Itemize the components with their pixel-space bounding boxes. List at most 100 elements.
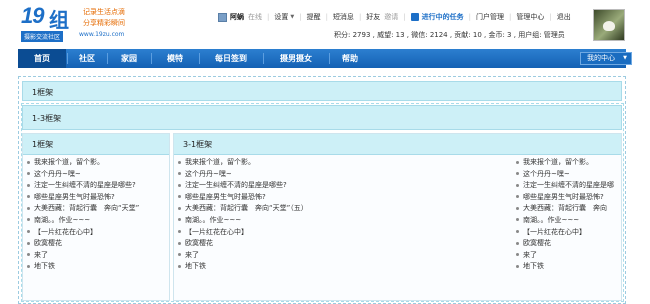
list-item[interactable]: 欧寞樱花 bbox=[178, 238, 398, 250]
frame-1-3-title: 1-3框架 bbox=[32, 114, 62, 123]
bullet-icon bbox=[178, 230, 181, 234]
list-item[interactable]: 我来报个道，留个影。 bbox=[516, 157, 620, 169]
list-item[interactable]: 欧寞樱花 bbox=[516, 238, 620, 250]
list-item[interactable]: 注定一生纠缠不清的星座是哪 bbox=[516, 180, 620, 192]
main-nav: 首页 社区 家园 模特 每日签到 摄男摄女 帮助 我的中心 ▼ bbox=[18, 49, 632, 68]
bullet-icon bbox=[27, 253, 30, 257]
my-center-dropdown[interactable]: 我的中心 ▼ bbox=[580, 52, 632, 65]
nav-item-community[interactable]: 社区 bbox=[68, 49, 106, 68]
nav-item-help[interactable]: 帮助 bbox=[330, 49, 370, 68]
list-item[interactable]: 大美西藏：背起行囊 奔向 bbox=[516, 203, 620, 215]
post-list-right: 我来报个道，留个影。 这个丹丹~嘿~ 注定一生纠缠不清的星座是哪 哪些星座男生气… bbox=[516, 157, 620, 273]
list-item[interactable]: 这个丹丹~嘿~ bbox=[178, 169, 398, 181]
list-item[interactable]: 地下铁 bbox=[516, 261, 620, 273]
list-item[interactable]: 这个丹丹~嘿~ bbox=[27, 169, 167, 181]
chevron-down-icon: ▼ bbox=[290, 14, 295, 20]
username-link[interactable]: 阿蜗 bbox=[230, 12, 244, 22]
list-item[interactable]: 南湖。。作业~~~ bbox=[27, 215, 167, 227]
settings-link[interactable]: 设置 bbox=[274, 12, 288, 22]
bullet-icon bbox=[27, 218, 30, 222]
site-header: 19 组 记录生活点滴 分享精彩瞬间 摄影交流社区 www.19zu.com 阿… bbox=[0, 0, 650, 46]
list-item[interactable]: 大美西藏：背起行囊 奔向“天堂” bbox=[27, 203, 167, 215]
bullet-icon bbox=[516, 218, 519, 222]
bullet-icon bbox=[27, 172, 30, 176]
user-toolbar: 阿蜗 在线 | 设置 ▼ | 提醒 | 短消息 | 好友 邀请 | 进行中的任务… bbox=[218, 12, 571, 22]
bird-image bbox=[603, 21, 615, 31]
bullet-icon bbox=[27, 183, 30, 187]
my-center-label: 我的中心 bbox=[587, 54, 615, 62]
avatar[interactable] bbox=[593, 9, 625, 41]
list-item[interactable]: 大美西藏：背起行囊 奔向“天堂”（五） bbox=[178, 203, 398, 215]
bullet-icon bbox=[178, 253, 181, 257]
list-item[interactable]: 【一片红花在心中】 bbox=[27, 227, 167, 239]
list-item[interactable]: 地下铁 bbox=[27, 261, 167, 273]
online-status: 在线 bbox=[248, 13, 262, 21]
list-item[interactable]: 来了 bbox=[516, 250, 620, 262]
tasks-link[interactable]: 进行中的任务 bbox=[422, 12, 464, 22]
list-item[interactable]: 哪些星座男生气时最恐怖? bbox=[27, 192, 167, 204]
chevron-down-icon: ▼ bbox=[623, 55, 627, 61]
site-logo[interactable]: 19 组 记录生活点滴 分享精彩瞬间 摄影交流社区 www.19zu.com bbox=[21, 3, 141, 42]
bullet-icon bbox=[516, 253, 519, 257]
nav-item-home[interactable]: 首页 bbox=[18, 49, 66, 68]
list-item[interactable]: 【一片红花在心中】 bbox=[178, 227, 398, 239]
separator: | bbox=[299, 13, 302, 21]
post-list-middle: 我来报个道，留个影。 这个丹丹~嘿~ 注定一生纠缠不清的星座是哪些? 哪些星座男… bbox=[178, 157, 398, 273]
list-item[interactable]: 这个丹丹~嘿~ bbox=[516, 169, 620, 181]
bullet-icon bbox=[178, 183, 181, 187]
list-item[interactable]: 来了 bbox=[27, 250, 167, 262]
bullet-icon bbox=[27, 160, 30, 164]
list-item[interactable]: 哪些星座男生气时最恐怖? bbox=[516, 192, 620, 204]
bullet-icon bbox=[516, 172, 519, 176]
user-icon bbox=[218, 12, 227, 22]
invite-link[interactable]: 邀请 bbox=[384, 12, 398, 22]
list-item[interactable]: 南湖。。作业~~~ bbox=[516, 215, 620, 227]
messages-link[interactable]: 短消息 bbox=[333, 12, 354, 22]
list-item[interactable]: 地下铁 bbox=[178, 261, 398, 273]
frame-1-3: 1-3框架 bbox=[22, 105, 622, 130]
bullet-icon bbox=[178, 195, 181, 199]
bullet-icon bbox=[27, 230, 30, 234]
nav-item-models[interactable]: 模特 bbox=[152, 49, 198, 68]
list-item[interactable]: 注定一生纠缠不清的星座是哪些? bbox=[178, 180, 398, 192]
list-item[interactable]: 【一片红花在心中】 bbox=[516, 227, 620, 239]
bullet-icon bbox=[178, 264, 181, 268]
bullet-icon bbox=[516, 230, 519, 234]
list-item[interactable]: 哪些星座男生气时最恐怖? bbox=[178, 192, 398, 204]
frame-1: 1框架 bbox=[22, 81, 622, 101]
list-item[interactable]: 来了 bbox=[178, 250, 398, 262]
friends-link[interactable]: 好友 bbox=[366, 12, 380, 22]
column-left-header: 1框架 bbox=[23, 134, 169, 155]
logo-number: 19 bbox=[21, 3, 45, 28]
bullet-icon bbox=[516, 160, 519, 164]
column-right-header: 3-1框架 bbox=[174, 134, 621, 155]
nav-item-photographers[interactable]: 摄男摄女 bbox=[264, 49, 328, 68]
list-item[interactable]: 我来报个道，留个影。 bbox=[27, 157, 167, 169]
list-item[interactable]: 注定一生纠缠不清的星座是哪些? bbox=[27, 180, 167, 192]
bullet-icon bbox=[27, 195, 30, 199]
separator: | bbox=[267, 13, 270, 21]
logo-subtitle: 摄影交流社区 bbox=[21, 31, 64, 42]
nav-item-checkin[interactable]: 每日签到 bbox=[200, 49, 262, 68]
list-item[interactable]: 南湖。。作业~~~ bbox=[178, 215, 398, 227]
portal-admin-link[interactable]: 门户管理 bbox=[476, 12, 504, 22]
list-item[interactable]: 我来报个道，留个影。 bbox=[178, 157, 398, 169]
column-left-title: 1框架 bbox=[32, 140, 54, 149]
logo-char: 组 bbox=[49, 8, 69, 32]
reminders-link[interactable]: 提醒 bbox=[307, 12, 321, 22]
frame-1-title: 1框架 bbox=[32, 88, 54, 97]
separator: | bbox=[509, 13, 512, 21]
bullet-icon bbox=[516, 206, 519, 210]
task-icon bbox=[410, 13, 419, 21]
admin-center-link[interactable]: 管理中心 bbox=[516, 12, 544, 22]
list-item[interactable]: 欧寞樱花 bbox=[27, 238, 167, 250]
column-right-title: 3-1框架 bbox=[183, 140, 213, 149]
bullet-icon bbox=[516, 183, 519, 187]
nav-item-home-space[interactable]: 家园 bbox=[108, 49, 150, 68]
bullet-icon bbox=[27, 264, 30, 268]
separator: | bbox=[549, 13, 552, 21]
bullet-icon bbox=[178, 241, 181, 245]
logout-link[interactable]: 退出 bbox=[557, 12, 571, 22]
separator: | bbox=[468, 13, 472, 21]
bullet-icon bbox=[178, 160, 181, 164]
